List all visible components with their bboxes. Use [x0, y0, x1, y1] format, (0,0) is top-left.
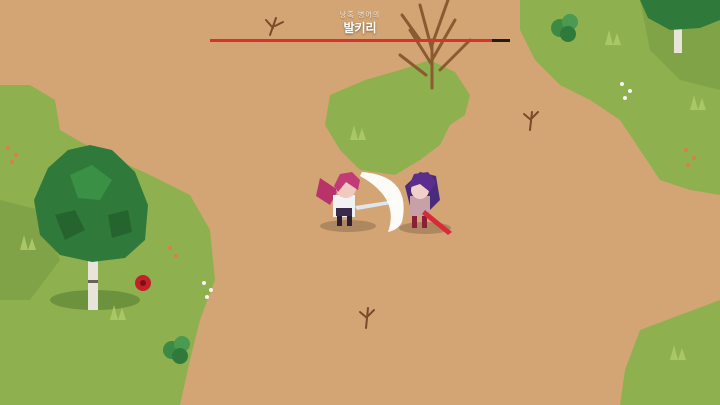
red-flower: [135, 275, 151, 291]
game-scene: 낭혹 병어의 발키리: [0, 0, 720, 405]
boss-name: 발키리: [343, 21, 377, 35]
game-world: [0, 0, 720, 405]
boss-health-bar: [210, 39, 510, 42]
boss-subtitle: 낭혹 병어의: [339, 11, 381, 19]
boss-health-fill: [210, 39, 492, 42]
boss-health-hud: 낭혹 병어의 발키리: [210, 10, 510, 42]
